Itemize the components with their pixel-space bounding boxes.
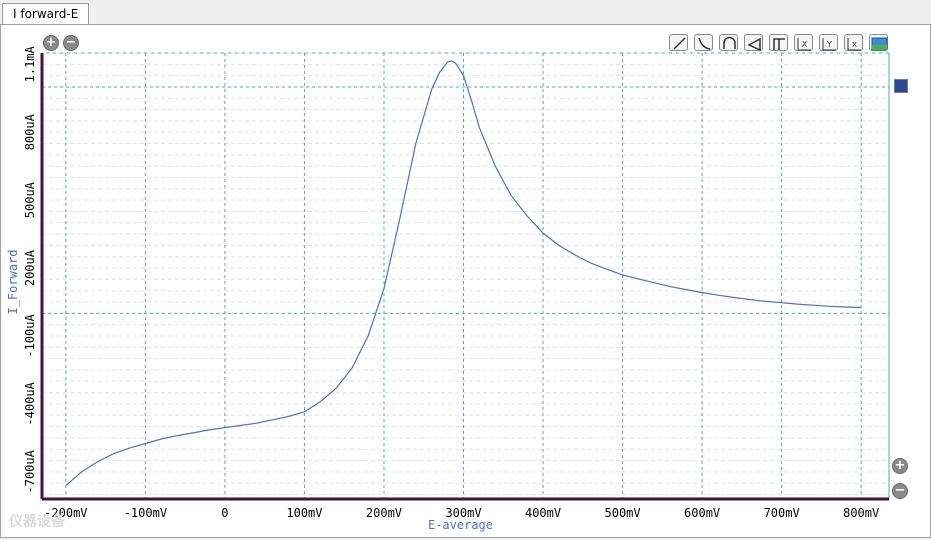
y-tick-label: 200uA <box>23 249 37 286</box>
curve-tool-icon <box>698 37 711 50</box>
speaker-tool-button[interactable] <box>744 34 763 51</box>
y-tick-label: 800uA <box>23 113 37 150</box>
line-chart: -200mV -100mV 0 100mV 200mV 300mV 400mV 500mV 60… <box>6 45 890 532</box>
line-tool-button[interactable] <box>669 34 688 51</box>
svg-text:X: X <box>852 41 857 49</box>
zoom-x-icon: X <box>797 38 811 51</box>
series-legend-swatch[interactable] <box>894 79 908 93</box>
y-tick-label: -400uA <box>23 381 37 425</box>
arc-tool-icon <box>723 36 736 49</box>
peak-tool-button[interactable] <box>769 34 788 51</box>
image-export-button[interactable] <box>869 34 888 51</box>
watermark: 仪器设备 <box>9 514 65 530</box>
line-tool-icon <box>673 37 686 50</box>
x-tick-label: 500mV <box>605 506 641 520</box>
arc-tool-button[interactable] <box>719 34 738 51</box>
plot-border <box>41 52 890 500</box>
y-axis-title: I_Forward <box>6 249 20 314</box>
zoom-out-button[interactable]: − <box>63 35 79 51</box>
speaker-tool-icon <box>747 37 761 51</box>
tab-i-forward-e[interactable]: I forward-E <box>2 3 90 24</box>
y-tick-label: -100uA <box>23 314 37 358</box>
x-axis-title: E-average <box>428 518 493 532</box>
y-tick-label: -700uA <box>23 449 37 493</box>
zoom-in-button[interactable]: + <box>43 35 59 51</box>
x-tick-label: 600mV <box>684 506 720 520</box>
zoom-y-icon: Y <box>822 38 836 51</box>
x-tick-label: 800mV <box>843 506 879 520</box>
svg-text:Y: Y <box>826 40 832 49</box>
axes <box>40 53 889 501</box>
image-export-icon <box>871 37 888 51</box>
y-zoom-in-button[interactable]: + <box>892 458 908 474</box>
x-tick-label: 200mV <box>366 506 402 520</box>
svg-text:X: X <box>802 40 808 49</box>
y-tick-label: 500uA <box>23 181 37 218</box>
x-tick-label: 100mV <box>286 506 322 520</box>
chart-panel: -200mV -100mV 0 100mV 200mV 300mV 400mV 500mV 60… <box>0 24 931 538</box>
y-zoom-out-button[interactable]: − <box>892 483 908 499</box>
x-tick-label: 700mV <box>764 506 800 520</box>
grid <box>41 52 890 500</box>
y-tick-label: 1.1mA <box>23 45 37 82</box>
x-tick-label: 400mV <box>525 506 561 520</box>
curve-tool-button[interactable] <box>694 34 713 51</box>
zoom-y-button[interactable]: Y <box>819 34 838 51</box>
zoom-x-button[interactable]: X <box>794 34 813 51</box>
tab-bar: I forward-E <box>0 0 931 24</box>
zoom-xy-icon: X <box>847 38 861 51</box>
zoom-xy-button[interactable]: X <box>844 34 863 51</box>
x-tick-label: 0 <box>221 506 228 520</box>
peak-tool-icon <box>773 38 785 50</box>
x-tick-label: -100mV <box>124 506 167 520</box>
